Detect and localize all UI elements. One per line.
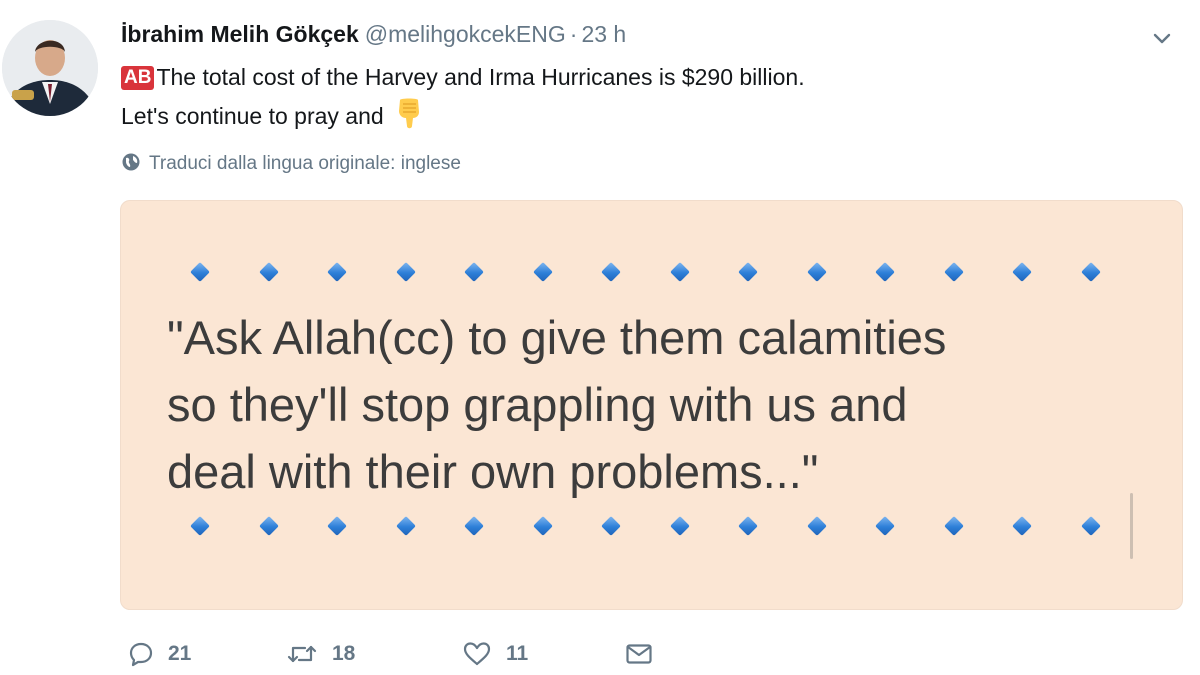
tweet-header: İbrahim Melih Gökçek @melihgokcekENG · 23 h — [121, 18, 626, 50]
quote-line-1: "Ask Allah(cc) to give them calamities — [167, 311, 947, 364]
header-separator: · — [569, 21, 578, 47]
quote-line-2: so they'll stop grappling with us and — [167, 378, 908, 431]
avatar[interactable] — [2, 20, 98, 116]
reply-button[interactable]: 21 — [128, 636, 191, 672]
retweet-icon — [287, 645, 317, 663]
text-cursor-mark — [1130, 493, 1133, 559]
author-handle[interactable]: @melihgokcekENG — [365, 21, 566, 47]
diamond-icon — [258, 516, 279, 536]
diamond-icon — [875, 262, 895, 282]
translate-link[interactable]: Traduci dalla lingua originale: inglese — [121, 150, 461, 181]
author-name[interactable]: İbrahim Melih Gökçek — [121, 21, 359, 47]
diamond-icon — [1080, 516, 1101, 536]
diamond-row-bottom — [121, 511, 1182, 541]
tweet-timestamp[interactable]: 23 h — [581, 21, 626, 47]
diamond-icon — [669, 262, 690, 282]
diamond-icon — [669, 516, 690, 536]
quote-line-3: deal with their own problems..." — [167, 445, 819, 498]
tweet-actions: 21 18 11 — [120, 636, 720, 672]
like-button[interactable]: 11 — [462, 636, 528, 672]
direct-message-button[interactable] — [625, 636, 667, 672]
reply-icon — [129, 642, 153, 667]
tweet-media-image[interactable]: "Ask Allah(cc) to give them calamities s… — [120, 200, 1183, 610]
diamond-icon — [738, 262, 758, 282]
diamond-icon — [738, 516, 758, 536]
like-count: 11 — [506, 642, 529, 665]
retweet-count: 18 — [332, 642, 356, 665]
diamond-icon — [1080, 262, 1101, 282]
heart-icon — [463, 642, 491, 666]
reply-count: 21 — [168, 642, 192, 665]
diamond-row-top — [121, 257, 1182, 287]
diamond-icon — [190, 262, 210, 282]
globe-icon — [121, 152, 141, 181]
tweet-line-1: The total cost of the Harvey and Irma Hu… — [156, 64, 805, 90]
diamond-icon — [464, 516, 484, 536]
diamond-icon — [327, 516, 347, 536]
tweet: İbrahim Melih Gökçek @melihgokcekENG · 23 h… — [0, 0, 1200, 675]
more-options-button[interactable] — [1150, 26, 1174, 50]
diamond-icon — [327, 262, 347, 282]
translate-label: Traduci dalla lingua originale: inglese — [149, 153, 461, 174]
avatar-image — [2, 20, 98, 116]
diamond-icon — [1012, 516, 1032, 536]
diamond-icon — [1012, 262, 1032, 282]
quote-text: "Ask Allah(cc) to give them calamities s… — [167, 304, 946, 505]
diamond-icon — [395, 516, 416, 536]
diamond-icon — [190, 516, 210, 536]
tweet-text-line-2: Let's continue to pray and — [121, 96, 805, 141]
diamond-icon — [601, 516, 621, 536]
diamond-icon — [943, 516, 964, 536]
diamond-icon — [806, 516, 827, 536]
diamond-icon — [532, 516, 553, 536]
ab-badge: AB — [121, 66, 155, 90]
chevron-down-icon — [1153, 33, 1171, 44]
tweet-text: AB The total cost of the Harvey and Irma … — [121, 58, 805, 141]
diamond-icon — [464, 262, 484, 282]
envelope-icon — [626, 644, 652, 664]
diamond-icon — [806, 262, 827, 282]
retweet-button[interactable]: 18 — [286, 636, 355, 672]
diamond-icon — [258, 262, 279, 282]
tweet-text-line-1: AB The total cost of the Harvey and Irma … — [121, 58, 805, 96]
tweet-line-2: Let's continue to pray and — [121, 103, 384, 129]
diamond-icon — [532, 262, 553, 282]
diamond-icon — [601, 262, 621, 282]
diamond-icon — [875, 516, 895, 536]
hand-pointing-down-icon — [394, 96, 424, 141]
diamond-icon — [943, 262, 964, 282]
diamond-icon — [395, 262, 416, 282]
